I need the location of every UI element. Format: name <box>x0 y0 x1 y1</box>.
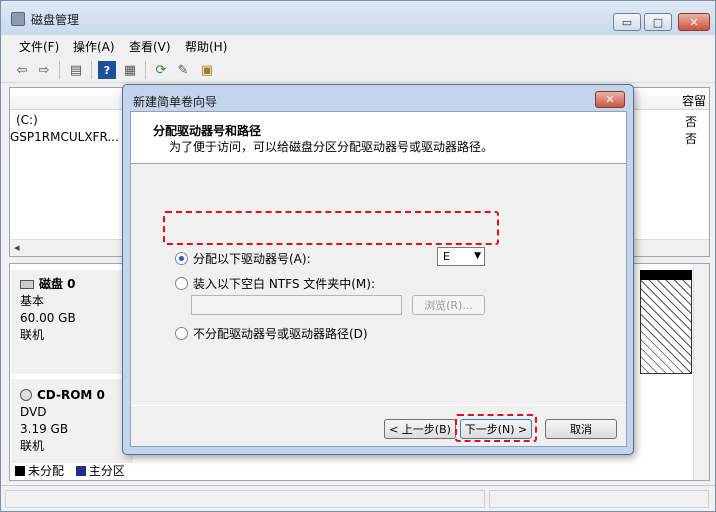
minimize-button[interactable]: ▭ <box>613 13 641 31</box>
help-icon[interactable]: ? <box>98 61 116 79</box>
disk-0-type: 基本 <box>20 294 45 308</box>
new-simple-volume-wizard: 新建简单卷向导 ✕ 分配驱动器号和路径 为了便于访问，可以给磁盘分区分配驱动器号… <box>122 84 634 455</box>
export-icon[interactable]: ▣ <box>198 61 216 79</box>
back-icon[interactable]: ⇦ <box>13 61 31 79</box>
legend-swatch-unallocated <box>15 466 25 476</box>
disk-0-size: 60.00 GB <box>20 311 76 325</box>
cdrom-0-status: 联机 <box>20 439 45 453</box>
properties-icon[interactable]: ✎ <box>174 61 192 79</box>
menu-action[interactable]: 操作(A) <box>73 38 115 55</box>
disk-0-status: 联机 <box>20 328 45 342</box>
list-view-icon[interactable]: ▦ <box>121 61 139 79</box>
radio-no-drive-letter[interactable]: 不分配驱动器号或驱动器路径(D) <box>175 324 368 342</box>
maximize-button[interactable]: □ <box>644 13 672 31</box>
radio-dot-icon <box>179 255 184 261</box>
unallocated-partition[interactable] <box>640 270 692 374</box>
radio-assign-drive-letter[interactable]: 分配以下驱动器号(A): <box>175 249 311 267</box>
highlight-next-button <box>455 414 537 442</box>
volume-capacity: 否 <box>685 115 698 129</box>
disk-management-icon <box>11 12 25 26</box>
status-segment <box>489 490 709 508</box>
mount-path-field[interactable] <box>191 295 402 315</box>
radio-label-mount: 装入以下空白 NTFS 文件夹中(M): <box>193 276 376 291</box>
vertical-scrollbar[interactable] <box>693 264 709 480</box>
wizard-header: 分配驱动器号和路径 为了便于访问，可以给磁盘分区分配驱动器号或驱动器路径。 <box>131 112 626 164</box>
legend: 未分配 主分区 <box>15 462 125 478</box>
drive-letter-select[interactable]: E ▼ <box>437 247 485 266</box>
browse-button[interactable]: 浏览(R)... <box>412 295 485 315</box>
disk-0-header: 磁盘 0 <box>20 276 133 293</box>
wizard-title: 新建简单卷向导 <box>133 95 218 109</box>
wizard-close-button[interactable]: ✕ <box>595 91 625 108</box>
legend-label-unallocated: 未分配 <box>28 464 65 478</box>
cdrom-0-type: DVD <box>20 405 47 419</box>
chevron-down-icon: ▼ <box>474 251 481 261</box>
column-header-capacity[interactable]: 容留 <box>682 92 706 109</box>
drive-letter-value: E <box>443 250 450 263</box>
forward-icon[interactable]: ⇨ <box>35 61 53 79</box>
toolbar-separator <box>59 61 60 79</box>
console-tree-icon[interactable]: ▤ <box>67 61 85 79</box>
menu-view[interactable]: 查看(V) <box>129 38 171 55</box>
status-segment <box>5 490 485 508</box>
cdrom-0-header: CD-ROM 0 <box>20 387 133 404</box>
unallocated-partition-bar <box>640 270 692 280</box>
toolbar: ⇦ ⇨ ▤ ? ▦ ⟳ ✎ ▣ <box>1 57 715 83</box>
cdrom-0-name: CD-ROM 0 <box>37 388 105 402</box>
volume-name[interactable]: GSP1RMCULXFR... <box>10 130 119 144</box>
menu-help[interactable]: 帮助(H) <box>185 38 227 55</box>
radio-button[interactable] <box>175 326 188 340</box>
cdrom-0-info[interactable]: CD-ROM 0 DVD 3.19 GB 联机 <box>11 379 133 463</box>
radio-label-assign: 分配以下驱动器号(A): <box>193 251 311 266</box>
status-bar <box>1 485 715 511</box>
menu-bar: 文件(F) 操作(A) 查看(V) 帮助(H) <box>1 35 715 57</box>
legend-swatch-primary <box>75 466 86 476</box>
radio-mount-folder[interactable]: 装入以下空白 NTFS 文件夹中(M): <box>175 274 375 292</box>
menu-file[interactable]: 文件(F) <box>19 38 59 55</box>
close-button[interactable]: ✕ <box>678 13 710 31</box>
highlight-drive-letter-option <box>163 211 499 245</box>
cancel-button[interactable]: 取消 <box>545 419 617 439</box>
wizard-heading: 分配驱动器号和路径 <box>153 124 262 138</box>
toolbar-separator <box>91 61 92 79</box>
wizard-body: 分配驱动器号和路径 为了便于访问，可以给磁盘分区分配驱动器号或驱动器路径。 分配… <box>130 111 627 447</box>
disk-0-name: 磁盘 0 <box>39 277 76 291</box>
title-bar: 磁盘管理 ▭ □ ✕ <box>1 1 715 35</box>
legend-label-primary: 主分区 <box>88 464 125 478</box>
window-title: 磁盘管理 <box>31 13 80 27</box>
scroll-left-icon[interactable]: ◂ <box>14 241 20 254</box>
wizard-subheading: 为了便于访问，可以给磁盘分区分配驱动器号或驱动器路径。 <box>169 140 494 154</box>
disk-0-info[interactable]: 磁盘 0 基本 60.00 GB 联机 <box>11 270 133 374</box>
cd-drive-icon <box>20 389 32 401</box>
wizard-divider <box>131 405 626 406</box>
radio-label-none: 不分配驱动器号或驱动器路径(D) <box>193 326 368 341</box>
cdrom-0-size: 3.19 GB <box>20 422 69 436</box>
volume-capacity: 否 <box>685 132 698 146</box>
hard-disk-icon <box>20 280 34 289</box>
volume-name[interactable]: (C:) <box>16 113 38 127</box>
refresh-icon[interactable]: ⟳ <box>152 61 170 79</box>
back-button[interactable]: < 上一步(B) <box>384 419 456 439</box>
radio-button-selected[interactable] <box>175 251 188 265</box>
toolbar-separator <box>145 61 146 79</box>
radio-button[interactable] <box>175 276 188 290</box>
